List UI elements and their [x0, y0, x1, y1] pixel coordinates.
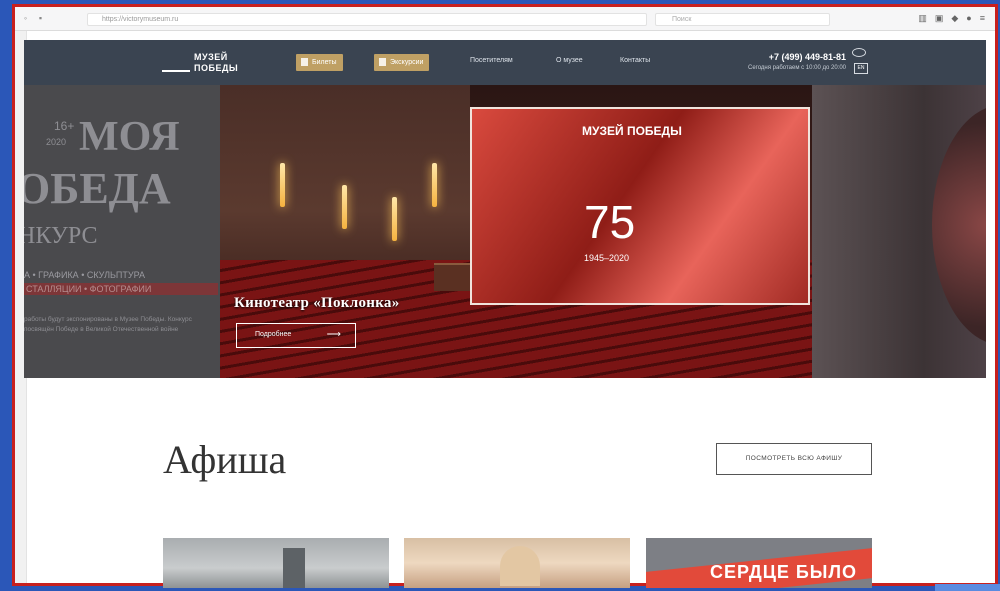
wall-lamp [280, 163, 285, 207]
event-card[interactable]: СЕРДЦЕ БЫЛО [646, 538, 872, 588]
shield-icon[interactable]: ◦ [21, 14, 30, 23]
wall-lamp [432, 163, 437, 207]
afisha-heading: Афиша [163, 437, 287, 482]
language-switch[interactable]: EN [854, 63, 868, 74]
next-slide[interactable] [812, 85, 986, 378]
slide-image [932, 105, 986, 345]
previous-slide[interactable]: 16+ 2020 МОЯ ОБЕДА НКУРС А • ГРАФИКА • С… [24, 85, 220, 378]
view-all-events-button[interactable]: ПОСМОТРЕТЬ ВСЮ АФИШУ [716, 443, 872, 475]
card-image [500, 546, 540, 586]
more-button[interactable]: Подробнее ⟶ [236, 323, 356, 348]
browser-toolbar: ◦ ▪ https://victorymuseum.ru Поиск ▥ ▣ ◆… [15, 7, 995, 31]
browser-search-input[interactable]: Поиск [655, 13, 830, 26]
excursions-label: Экскурсии [390, 59, 424, 66]
site-header: МУЗЕЙ ПОБЕДЫ Билеты Экскурсии Посетителя… [24, 40, 986, 85]
wall-lamp [392, 197, 397, 241]
address-bar[interactable]: https://victorymuseum.ru [87, 13, 647, 26]
ticket-icon [301, 58, 308, 66]
sidebar-icon[interactable]: ▣ [935, 13, 944, 24]
phone-number[interactable]: +7 (499) 449-81-81 [769, 52, 846, 62]
search-placeholder: Поиск [672, 16, 692, 23]
event-card[interactable] [163, 538, 389, 588]
nav-about[interactable]: О музее [556, 57, 583, 64]
url-text: https://victorymuseum.ru [102, 16, 179, 23]
menu-icon[interactable]: ≡ [980, 13, 985, 24]
tickets-button[interactable]: Билеты [296, 54, 343, 71]
wall-lamp [342, 185, 347, 229]
opening-hours: Сегодня работаем с 10:00 до 20:00 [748, 65, 846, 71]
excursions-button[interactable]: Экскурсии [374, 54, 430, 71]
age-rating: 16+ [54, 119, 75, 133]
slide-categories-line1: А • ГРАФИКА • СКУЛЬПТУРА [24, 270, 146, 280]
arrow-right-icon: ⟶ [326, 329, 341, 340]
active-slide[interactable]: МУЗЕЙ ПОБЕДЫ 75 1945–2020 Кинотеатр «Пок… [220, 85, 812, 378]
slide-title: Кинотеатр «Поклонка» [234, 295, 400, 311]
card-image [283, 548, 305, 588]
accessibility-eye-icon[interactable] [852, 48, 866, 57]
more-button-label: Подробнее [255, 331, 292, 338]
hero-slider: 16+ 2020 МОЯ ОБЕДА НКУРС А • ГРАФИКА • С… [24, 85, 986, 378]
site-logo[interactable]: МУЗЕЙ ПОБЕДЫ [162, 50, 252, 76]
screen-years: 1945–2020 [584, 253, 630, 263]
screen-anniversary-number: 75 [584, 196, 636, 248]
logo-text: МУЗЕЙ ПОБЕДЫ [194, 52, 239, 73]
desktop-background [935, 584, 1000, 591]
slide-year: 2020 [46, 137, 67, 147]
nav-contacts[interactable]: Контакты [620, 57, 650, 64]
slide-title-line1: МОЯ [79, 114, 180, 160]
slide-categories-line2: СТАЛЛЯЦИИ • ФОТОГРАФИИ [24, 283, 218, 295]
slide-title-line3: НКУРС [24, 223, 98, 249]
library-icon[interactable]: ▥ [918, 13, 927, 24]
screen-logo: МУЗЕЙ ПОБЕДЫ [582, 124, 682, 138]
lock-icon: ▪ [38, 13, 43, 23]
extension-icon[interactable]: ◆ [951, 13, 958, 24]
card-title: СЕРДЦЕ БЫЛО [710, 562, 858, 582]
nav-visitors[interactable]: Посетителям [470, 57, 513, 64]
slide-title-line2: ОБЕДА [24, 164, 171, 213]
extension-icon[interactable]: ● [966, 13, 971, 24]
event-card[interactable] [404, 538, 630, 588]
tickets-label: Билеты [312, 59, 337, 66]
slide-description: работы будут экспонированы в Музее Побед… [24, 316, 192, 333]
cinema-screen: МУЗЕЙ ПОБЕДЫ 75 1945–2020 [470, 107, 810, 305]
browser-extensions: ▥ ▣ ◆ ● ≡ [918, 13, 985, 24]
book-icon [379, 58, 386, 66]
logo-bars-icon [162, 58, 190, 72]
